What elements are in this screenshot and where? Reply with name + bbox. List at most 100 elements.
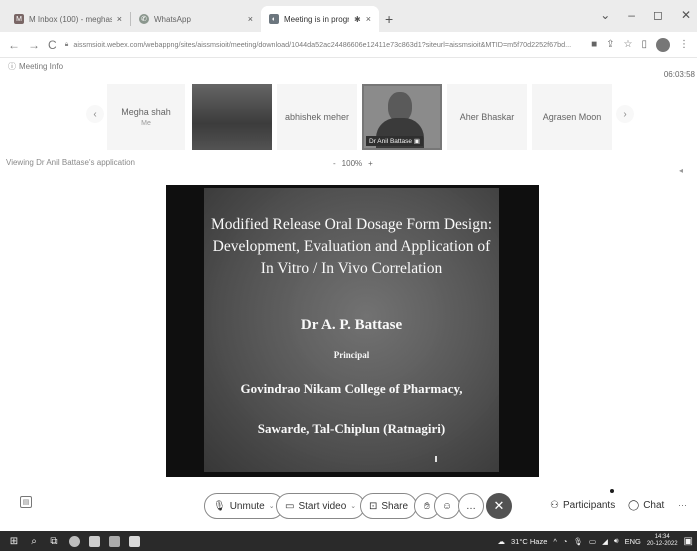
wifi-icon[interactable]: ◢ — [602, 537, 608, 546]
window-close-button[interactable]: ✕ — [681, 8, 691, 22]
tray-app-icon[interactable]: ◔ — [563, 537, 568, 546]
notification-dot — [610, 489, 614, 493]
leave-meeting-button[interactable]: ✕ — [486, 493, 512, 519]
share-screen-icon: ⊡ — [369, 500, 378, 512]
address-bar: ← → C 🔒︎ aissmsioit.webex.com/webappng/s… — [0, 32, 697, 58]
zoom-in-button[interactable]: + — [368, 159, 373, 168]
share-icon[interactable]: ⇪ — [606, 39, 614, 50]
webex-icon: ◐ — [269, 14, 279, 24]
unmute-button[interactable]: 🎙︎ Unmute ⌄ — [204, 493, 284, 519]
volume-icon[interactable]: 🔊︎ — [614, 536, 619, 546]
whatsapp-icon: ✆ — [139, 14, 149, 24]
chevron-right-icon[interactable]: › — [616, 105, 634, 123]
photos-icon[interactable] — [124, 535, 144, 547]
zoom-out-button[interactable]: - — [333, 159, 336, 168]
info-icon: ⓘ — [8, 62, 16, 71]
unmute-label: Unmute — [229, 500, 265, 512]
controls-more-icon[interactable]: ··· — [678, 500, 687, 510]
forward-icon[interactable]: → — [28, 38, 40, 52]
search-icon[interactable]: ⌕ — [24, 536, 44, 547]
chevron-left-icon[interactable]: ‹ — [86, 105, 104, 123]
minimize-button[interactable]: – — [628, 8, 635, 22]
screen-share-icon: ▣ — [413, 138, 420, 145]
close-icon[interactable]: × — [117, 14, 122, 24]
sidebar-icon[interactable]: ▯ — [641, 39, 647, 50]
notification-icon[interactable]: ▣ — [684, 536, 693, 547]
lock-icon: 🔒︎ — [64, 40, 69, 48]
file-explorer-icon[interactable] — [84, 535, 104, 547]
zoom-control: - 100% + — [333, 159, 373, 168]
slide-role: Principal — [333, 350, 370, 360]
participant-tile[interactable]: Aher Bhaskar — [447, 84, 527, 150]
profile-avatar[interactable] — [656, 37, 670, 52]
clock-date: 20-12-2022 — [646, 541, 678, 547]
more-options-button[interactable]: … — [458, 493, 484, 519]
audio-icon: ✱ — [354, 14, 361, 24]
system-tray: ☁ 31°C Haze ^ ◔ 🎙︎ ▭ ◢ 🔊︎ ENG 14:34 20-1… — [498, 531, 693, 551]
close-icon[interactable]: × — [366, 14, 371, 24]
weather-text[interactable]: 31°C Haze — [511, 537, 547, 546]
mic-icon[interactable]: 🎙︎ — [573, 537, 583, 546]
share-label: Share — [381, 500, 409, 512]
windows-taskbar: ⊞ ⌕ ⧉ ☁ 31°C Haze ^ ◔ 🎙︎ ▭ ◢ 🔊︎ ENG 14:3… — [0, 531, 697, 551]
chrome-icon[interactable] — [64, 535, 84, 547]
maximize-button[interactable]: ◻ — [653, 8, 663, 22]
slide-title-line: Development, Evaluation and Application … — [212, 238, 491, 255]
url-field[interactable]: 🔒︎ aissmsioit.webex.com/webappng/sites/a… — [65, 36, 583, 54]
kebab-menu-icon[interactable]: ⋮ — [679, 39, 689, 50]
back-icon[interactable]: ← — [8, 38, 20, 52]
chevron-down-icon[interactable]: ⌄ — [269, 502, 275, 510]
task-view-icon[interactable]: ⧉ — [44, 536, 64, 547]
window-controls: ⌄ – ◻ ✕ — [600, 8, 691, 22]
participant-name: abhishek meher — [284, 112, 350, 122]
clock-time: 14:34 — [654, 534, 670, 540]
meeting-timer: 06:03:58 — [663, 70, 695, 79]
slide-title-line: Modified Release Oral Dosage Form Design… — [210, 216, 493, 233]
battery-icon[interactable]: ▭ — [589, 537, 596, 546]
participants-button[interactable]: ⚇ Participants — [550, 500, 615, 511]
slide-title: Modified Release Oral Dosage Form Design… — [204, 214, 499, 280]
start-video-button[interactable]: ▭ Start video ⌄ — [276, 493, 366, 519]
tab-search-chevron-icon[interactable]: ⌄ — [600, 8, 610, 22]
participant-name: Aher Bhaskar — [459, 112, 515, 122]
camera-icon[interactable]: ■ — [591, 39, 597, 50]
browser-tab-strip: M M Inbox (100) - meghashah4@gm × ✆ What… — [0, 0, 697, 32]
participant-tile-video-off[interactable] — [192, 84, 272, 150]
close-icon[interactable]: × — [248, 14, 253, 24]
participant-name: Megha shah — [121, 107, 171, 117]
chat-button[interactable]: ◯ Chat — [628, 500, 664, 511]
tab-title: WhatsApp — [154, 14, 191, 24]
share-button[interactable]: ⊡ Share — [360, 493, 418, 519]
tab-title: Meeting is in progress... — [284, 14, 350, 24]
start-video-label: Start video — [298, 500, 347, 512]
participant-tile-active-speaker[interactable]: Dr Anil Battase ▣ — [362, 84, 442, 150]
windows-start-icon[interactable]: ⊞ — [4, 536, 24, 547]
panel-toggle-icon[interactable]: ◂ — [679, 166, 683, 175]
slide-place: Sawarde, Tal-Chiplun (Ratnagiri) — [257, 421, 446, 436]
slide-title-line: In Vitro / In Vivo Correlation — [260, 260, 443, 277]
participant-tile-self[interactable]: Megha shah Me — [107, 84, 185, 150]
new-tab-button[interactable]: + — [385, 11, 393, 27]
slide-presenter: Dr A. P. Battase — [300, 317, 403, 333]
reactions-button[interactable]: ☺ — [434, 493, 460, 519]
participants-label: Participants — [562, 500, 616, 511]
meeting-info[interactable]: ⓘ Meeting Info — [8, 61, 63, 72]
tray-chevron-icon[interactable]: ^ — [553, 537, 557, 546]
tab-whatsapp[interactable]: ✆ WhatsApp × — [131, 6, 261, 32]
slide-cursor-mark — [435, 456, 437, 462]
participant-tile[interactable]: Agrasen Moon — [532, 84, 612, 150]
captions-icon[interactable]: ▤ — [20, 496, 32, 508]
reload-icon[interactable]: C — [48, 38, 57, 52]
address-bar-actions: ■ ⇪ ☆ ▯ ⋮ — [591, 37, 689, 52]
language-indicator[interactable]: ENG — [625, 537, 641, 546]
tab-gmail[interactable]: M M Inbox (100) - meghashah4@gm × — [6, 6, 130, 32]
bookmark-star-icon[interactable]: ☆ — [624, 39, 633, 50]
chat-label: Chat — [643, 500, 665, 511]
tab-webex-meeting[interactable]: ◐ Meeting is in progress... ✱ × — [261, 6, 379, 32]
webex-app-icon[interactable] — [104, 535, 124, 547]
participant-tile[interactable]: abhishek meher — [277, 84, 357, 150]
participant-name: Agrasen Moon — [542, 112, 602, 122]
chevron-down-icon[interactable]: ⌄ — [350, 502, 356, 510]
participant-sub: Me — [141, 120, 151, 127]
clock[interactable]: 14:34 20-12-2022 — [647, 534, 678, 548]
